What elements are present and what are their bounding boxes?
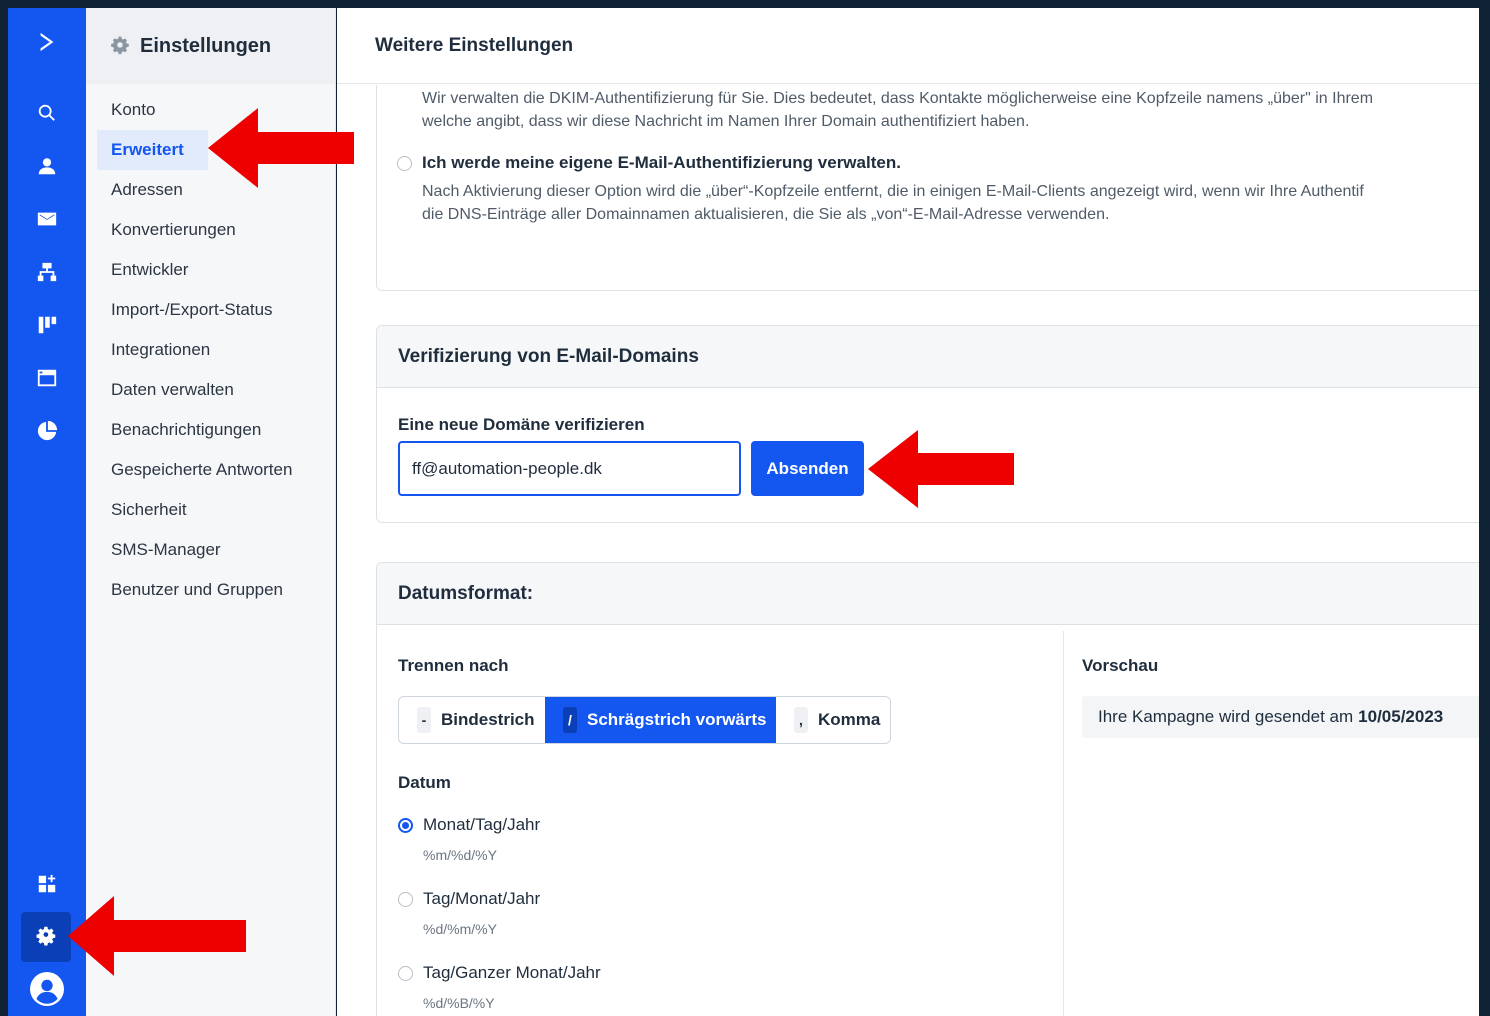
separator-key: , xyxy=(794,707,808,733)
search-icon[interactable] xyxy=(8,93,86,133)
column-divider xyxy=(1063,631,1064,1016)
page-title: Weitere Einstellungen xyxy=(375,34,574,56)
separator-key: / xyxy=(563,707,577,733)
date-label: Datum xyxy=(398,773,451,792)
separator-slash-button[interactable]: / Schrägstrich vorwärts xyxy=(545,697,776,743)
sidebar-item-daten-verwalten[interactable]: Daten verwalten xyxy=(86,370,335,410)
date-option-format: %m/%d/%Y xyxy=(423,847,497,863)
domain-input[interactable] xyxy=(398,441,741,496)
date-option-format: %d/%B/%Y xyxy=(423,995,495,1011)
sidebar-item-konvertierungen[interactable]: Konvertierungen xyxy=(86,210,335,250)
date-option-mdy[interactable]: Monat/Tag/Jahr %m/%d/%Y xyxy=(398,815,540,863)
submit-button[interactable]: Absenden xyxy=(751,441,864,496)
separator-key: - xyxy=(417,707,431,733)
page-header: Weitere Einstellungen xyxy=(337,8,1479,84)
dkim-card: Wir verwalten die DKIM-Authentifizierung… xyxy=(376,85,1479,291)
sidebar-item-erweitert[interactable]: Erweitert xyxy=(97,130,208,170)
domain-field-label: Eine neue Domäne verifizieren xyxy=(398,415,645,434)
date-card-title: Datumsformat: xyxy=(377,563,1479,625)
sidebar-item-integrationen[interactable]: Integrationen xyxy=(86,330,335,370)
email-icon[interactable] xyxy=(8,199,86,239)
automation-icon[interactable] xyxy=(8,252,86,292)
date-option-radio[interactable] xyxy=(398,817,413,833)
preview-label: Vorschau xyxy=(1082,656,1159,675)
icon-rail xyxy=(8,8,86,1016)
dkim-own-radio[interactable] xyxy=(397,155,412,171)
pipeline-icon[interactable] xyxy=(8,305,86,345)
date-option-dmy[interactable]: Tag/Monat/Jahr %d/%m/%Y xyxy=(398,889,540,937)
sidebar-item-sicherheit[interactable]: Sicherheit xyxy=(86,490,335,530)
reports-icon[interactable] xyxy=(8,411,86,451)
sidebar-header: Einstellungen xyxy=(86,8,335,84)
dkim-own-label: Ich werde meine eigene E-Mail-Authentifi… xyxy=(422,153,901,172)
dkim-managed-desc: Wir verwalten die DKIM-Authentifizierung… xyxy=(422,90,1374,130)
preview-date: 10/05/2023 xyxy=(1358,707,1444,726)
separator-hyphen-button[interactable]: - Bindestrich xyxy=(399,697,545,743)
site-icon[interactable] xyxy=(8,358,86,398)
date-option-radio[interactable] xyxy=(398,965,413,981)
sidebar-item-gespeicherte-antworten[interactable]: Gespeicherte Antworten xyxy=(86,450,335,490)
annotation-arrow-left xyxy=(868,430,1014,508)
sidebar-item-import-export-status[interactable]: Import-/Export-Status xyxy=(86,290,335,330)
sidebar-item-entwickler[interactable]: Entwickler xyxy=(86,250,335,290)
dkim-own-option[interactable]: Ich werde meine eigene E-Mail-Authentifi… xyxy=(397,153,901,173)
dkim-own-desc: Nach Aktivierung dieser Option wird die … xyxy=(422,183,1364,223)
separator-comma-button[interactable]: , Komma xyxy=(776,697,890,743)
contacts-icon[interactable] xyxy=(8,146,86,186)
annotation-arrow-left xyxy=(68,896,246,976)
settings-icon[interactable] xyxy=(21,912,71,962)
date-option-format: %d/%m/%Y xyxy=(423,921,497,937)
date-format-card: Datumsformat: Trennen nach - Bindestrich… xyxy=(376,562,1479,1016)
preview-text: Ihre Kampagne wird gesendet am xyxy=(1098,707,1354,726)
date-option-radio[interactable] xyxy=(398,891,413,907)
date-option-dfullmy[interactable]: Tag/Ganzer Monat/Jahr %d/%B/%Y xyxy=(398,963,601,1011)
sidebar-item-benutzer-und-gruppen[interactable]: Benutzer und Gruppen xyxy=(86,570,335,610)
logo-icon[interactable] xyxy=(8,22,86,62)
separator-segmented-control: - Bindestrich / Schrägstrich vorwärts , … xyxy=(398,696,891,744)
separator-label: Trennen nach xyxy=(398,656,509,675)
main-content: Weitere Einstellungen Wir verwalten die … xyxy=(337,8,1479,1016)
scroll-area[interactable]: Wir verwalten die DKIM-Authentifizierung… xyxy=(337,85,1479,1016)
preview-box: Ihre Kampagne wird gesendet am 10/05/202… xyxy=(1082,696,1479,738)
sidebar-item-benachrichtigungen[interactable]: Benachrichtigungen xyxy=(86,410,335,450)
sidebar-item-sms-manager[interactable]: SMS-Manager xyxy=(86,530,335,570)
sidebar-title: Einstellungen xyxy=(140,34,272,57)
gear-icon xyxy=(110,36,130,56)
domain-card-title: Verifizierung von E-Mail-Domains xyxy=(377,326,1479,388)
annotation-arrow-left xyxy=(208,108,354,188)
